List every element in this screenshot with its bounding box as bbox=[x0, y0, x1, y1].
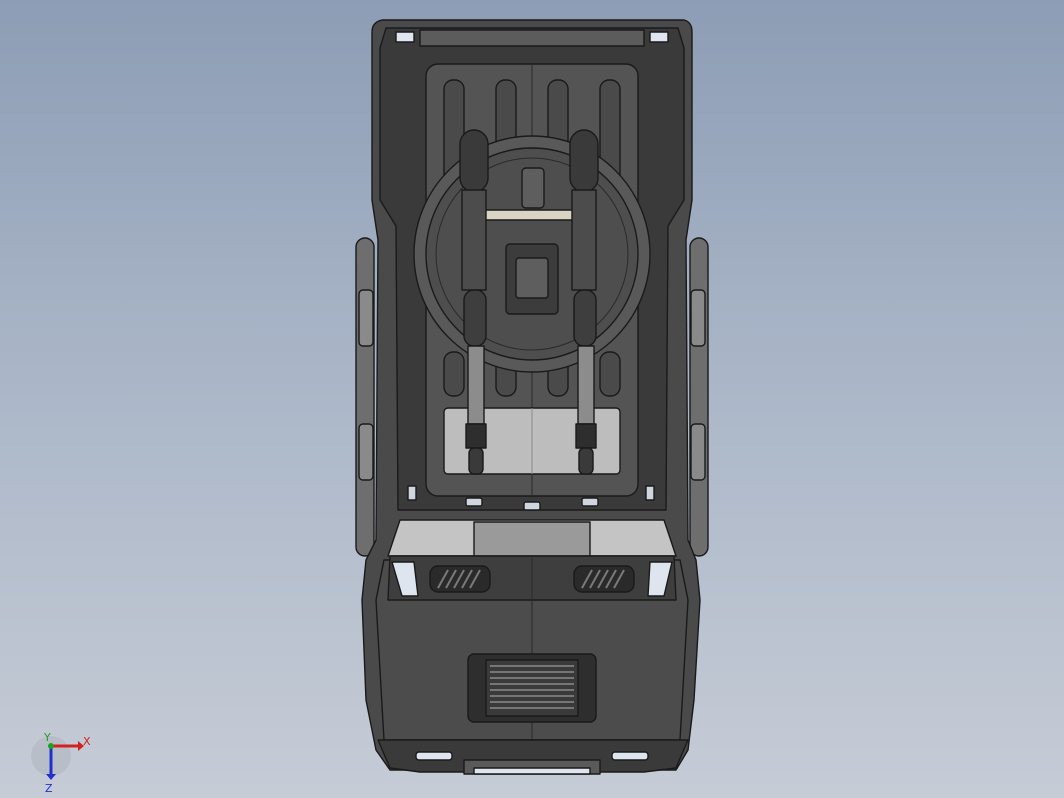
hood-vent-left bbox=[429, 565, 491, 593]
rear-corner-light-left bbox=[395, 31, 415, 43]
coordinate-triad: X Y Z bbox=[31, 731, 91, 795]
cad-graphics-viewport[interactable]: X Y Z bbox=[0, 0, 1064, 798]
hood-vent-right bbox=[573, 565, 635, 593]
hood-intake-grille bbox=[467, 653, 597, 723]
y-axis-label: Y bbox=[43, 731, 51, 744]
rear-corner-light-right bbox=[649, 31, 669, 43]
side-rail-left bbox=[355, 237, 375, 557]
side-rail-right bbox=[689, 237, 709, 557]
z-axis-label: Z bbox=[45, 782, 53, 795]
vehicle-model[interactable] bbox=[355, 19, 709, 775]
turret-crossbar bbox=[471, 209, 589, 221]
rear-roof-bar bbox=[419, 29, 645, 47]
x-axis-label: X bbox=[83, 735, 91, 748]
